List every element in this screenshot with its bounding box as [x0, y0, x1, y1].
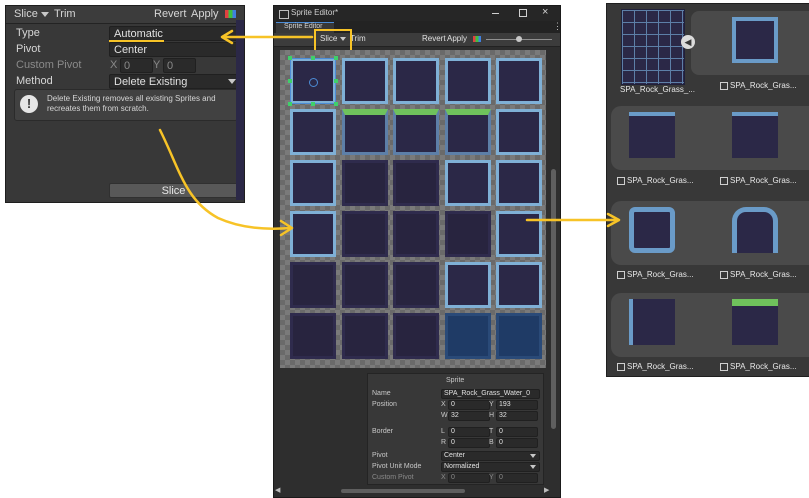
arrow-to-sprite-grid	[158, 128, 292, 230]
annotation-arrows	[158, 29, 621, 237]
